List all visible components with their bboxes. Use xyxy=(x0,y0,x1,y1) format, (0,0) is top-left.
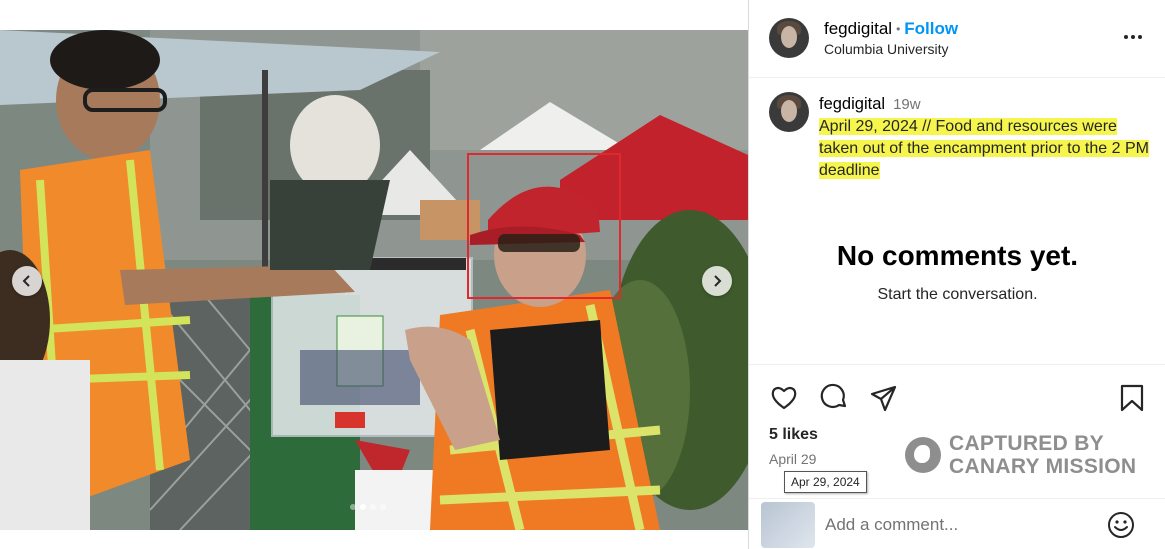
separator-dot: • xyxy=(896,22,901,36)
likes-count[interactable]: 5 likes xyxy=(769,426,818,444)
caption-user-line: fegdigital 19w xyxy=(819,95,921,114)
caption-username[interactable]: fegdigital xyxy=(819,95,885,113)
location-link[interactable]: Columbia University xyxy=(824,41,948,57)
avatar[interactable] xyxy=(769,18,809,58)
header-user-line: fegdigital • Follow xyxy=(824,19,958,39)
follow-button[interactable]: Follow xyxy=(904,19,958,39)
post-sidebar: fegdigital • Follow Columbia University … xyxy=(748,0,1165,549)
emoji-icon[interactable] xyxy=(1107,511,1135,539)
caption-timestamp[interactable]: 19w xyxy=(893,96,921,113)
comment-input[interactable] xyxy=(825,512,1095,538)
chevron-left-icon xyxy=(22,275,30,287)
bookmark-icon[interactable] xyxy=(1117,383,1147,413)
canary-logo-icon xyxy=(905,437,941,473)
caption-highlight: April 29, 2024 // Food and resources wer… xyxy=(819,118,1149,179)
date-tooltip: Apr 29, 2024 xyxy=(784,471,867,493)
post-date[interactable]: April 29 xyxy=(769,451,816,467)
carousel-dot xyxy=(350,504,356,510)
actions-divider xyxy=(749,364,1165,365)
post-photo xyxy=(0,30,748,530)
carousel-dot xyxy=(370,504,376,510)
empty-comments-subtitle: Start the conversation. xyxy=(877,286,1038,303)
chevron-right-icon xyxy=(714,275,722,287)
current-user-avatar xyxy=(761,502,815,548)
instagram-post-view: fegdigital • Follow Columbia University … xyxy=(0,0,1165,549)
more-options-icon[interactable] xyxy=(1121,28,1145,46)
annotation-box xyxy=(467,153,621,299)
comment-icon[interactable] xyxy=(819,383,849,413)
watermark-line-2: CANARY MISSION xyxy=(949,455,1137,478)
carousel-dot xyxy=(360,504,366,510)
carousel-dot xyxy=(380,504,386,510)
post-media xyxy=(0,0,748,549)
watermark: CAPTURED BY CANARY MISSION xyxy=(905,432,1136,478)
caption-avatar[interactable] xyxy=(769,92,809,132)
share-icon[interactable] xyxy=(869,383,899,413)
username-link[interactable]: fegdigital xyxy=(824,19,892,39)
carousel-indicator xyxy=(350,504,386,510)
caption-text: April 29, 2024 // Food and resources wer… xyxy=(819,116,1155,182)
heart-icon[interactable] xyxy=(769,383,799,413)
post-header: fegdigital • Follow Columbia University xyxy=(749,0,1165,78)
empty-comments-title: No comments yet. xyxy=(836,240,1079,271)
carousel-next-button[interactable] xyxy=(702,266,732,296)
watermark-line-1: CAPTURED BY xyxy=(949,432,1104,455)
carousel-prev-button[interactable] xyxy=(12,266,42,296)
